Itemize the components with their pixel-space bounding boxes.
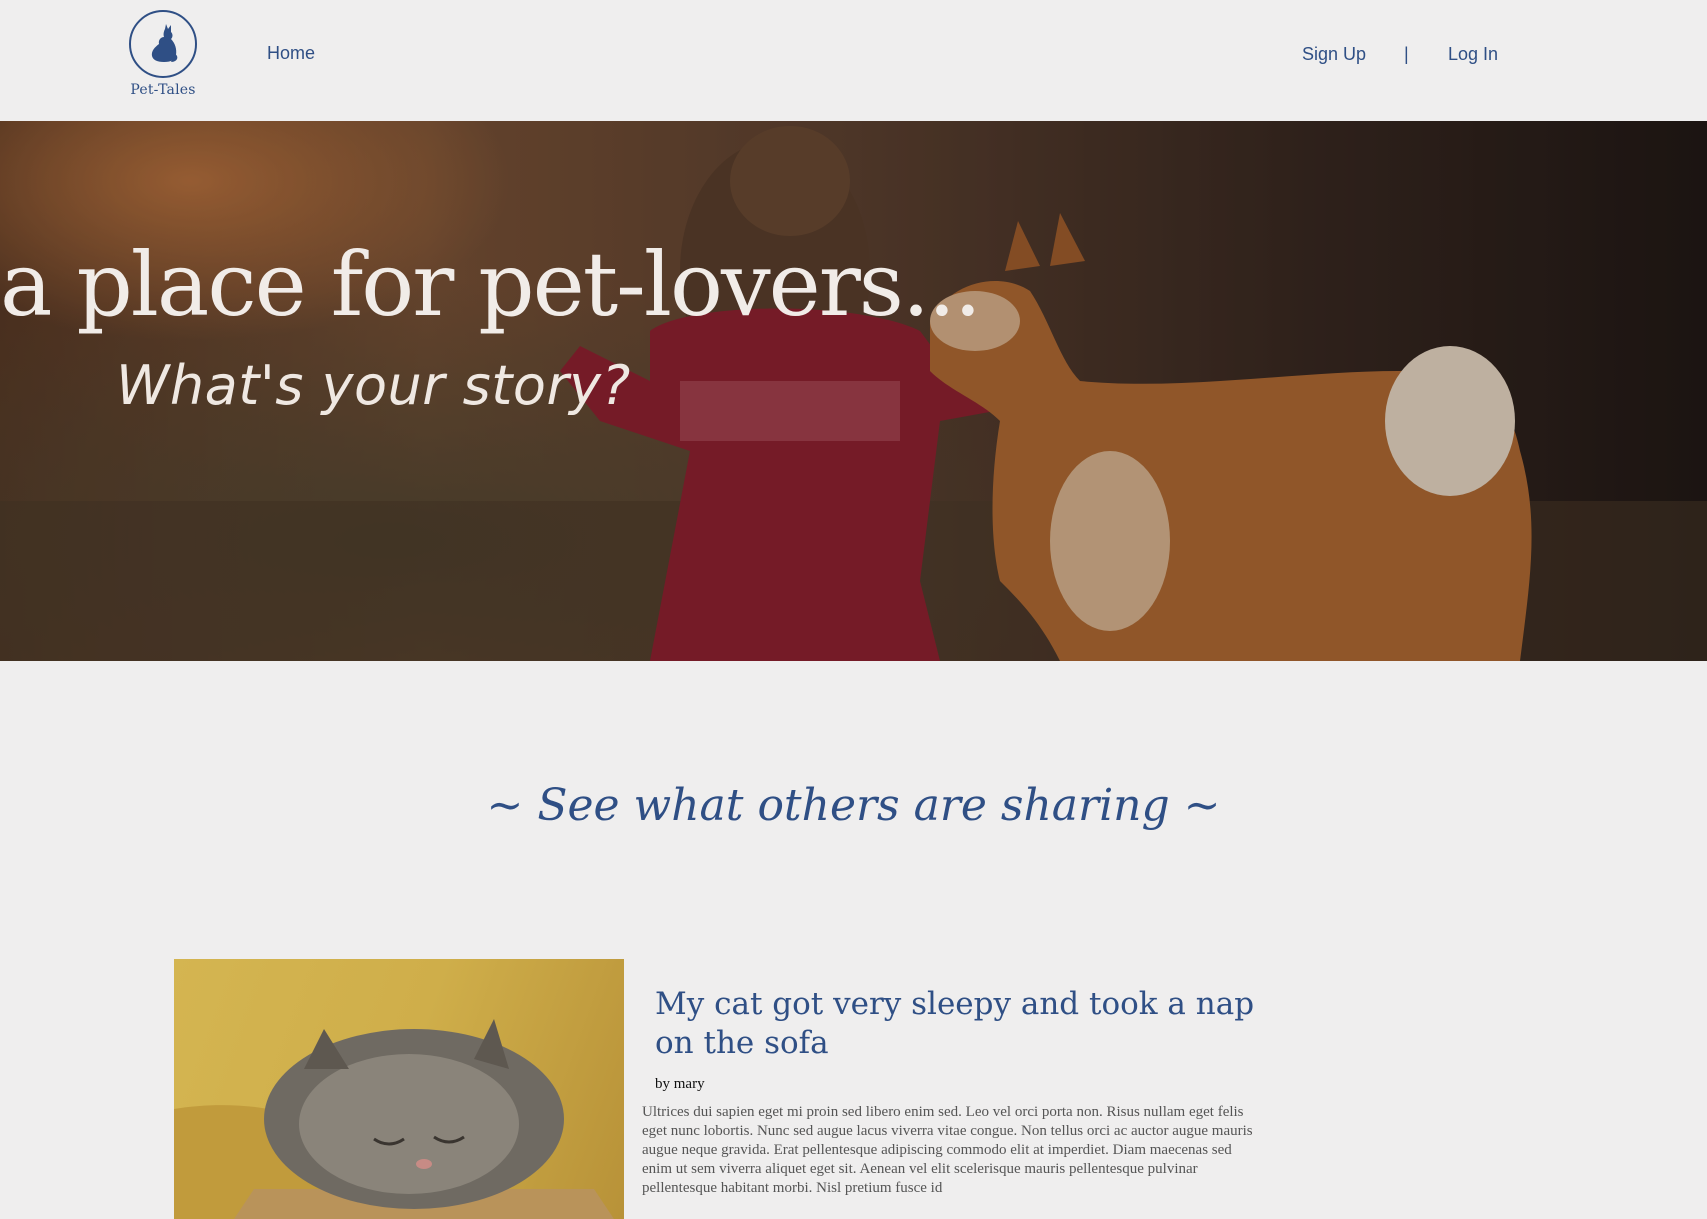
sleeping-cat-photo <box>174 1019 614 1219</box>
cat-silhouette-icon <box>129 10 197 78</box>
top-navbar: Pet-Tales Home Sign Up | Log In <box>0 0 1707 121</box>
brand-logo[interactable]: Pet-Tales <box>126 10 200 98</box>
post-author: by mary <box>655 1076 705 1092</box>
nav-home-link[interactable]: Home <box>267 43 315 64</box>
hero-banner: a place for pet-lovers... What's your st… <box>0 121 1707 661</box>
brand-name: Pet-Tales <box>130 82 196 98</box>
nav-login-link[interactable]: Log In <box>1448 44 1498 65</box>
post-title[interactable]: My cat got very sleepy and took a nap on… <box>655 985 1275 1063</box>
section-title: ~ See what others are sharing ~ <box>486 780 1221 831</box>
post-body: Ultrices dui sapien eget mi proin sed li… <box>642 1104 1253 1196</box>
hero-title: a place for pet-lovers... <box>0 233 982 336</box>
hero-subtitle: What's your story? <box>116 354 631 417</box>
nav-signup-link[interactable]: Sign Up <box>1302 44 1366 65</box>
nav-separator: | <box>1404 44 1409 64</box>
post-image[interactable] <box>174 959 624 1219</box>
